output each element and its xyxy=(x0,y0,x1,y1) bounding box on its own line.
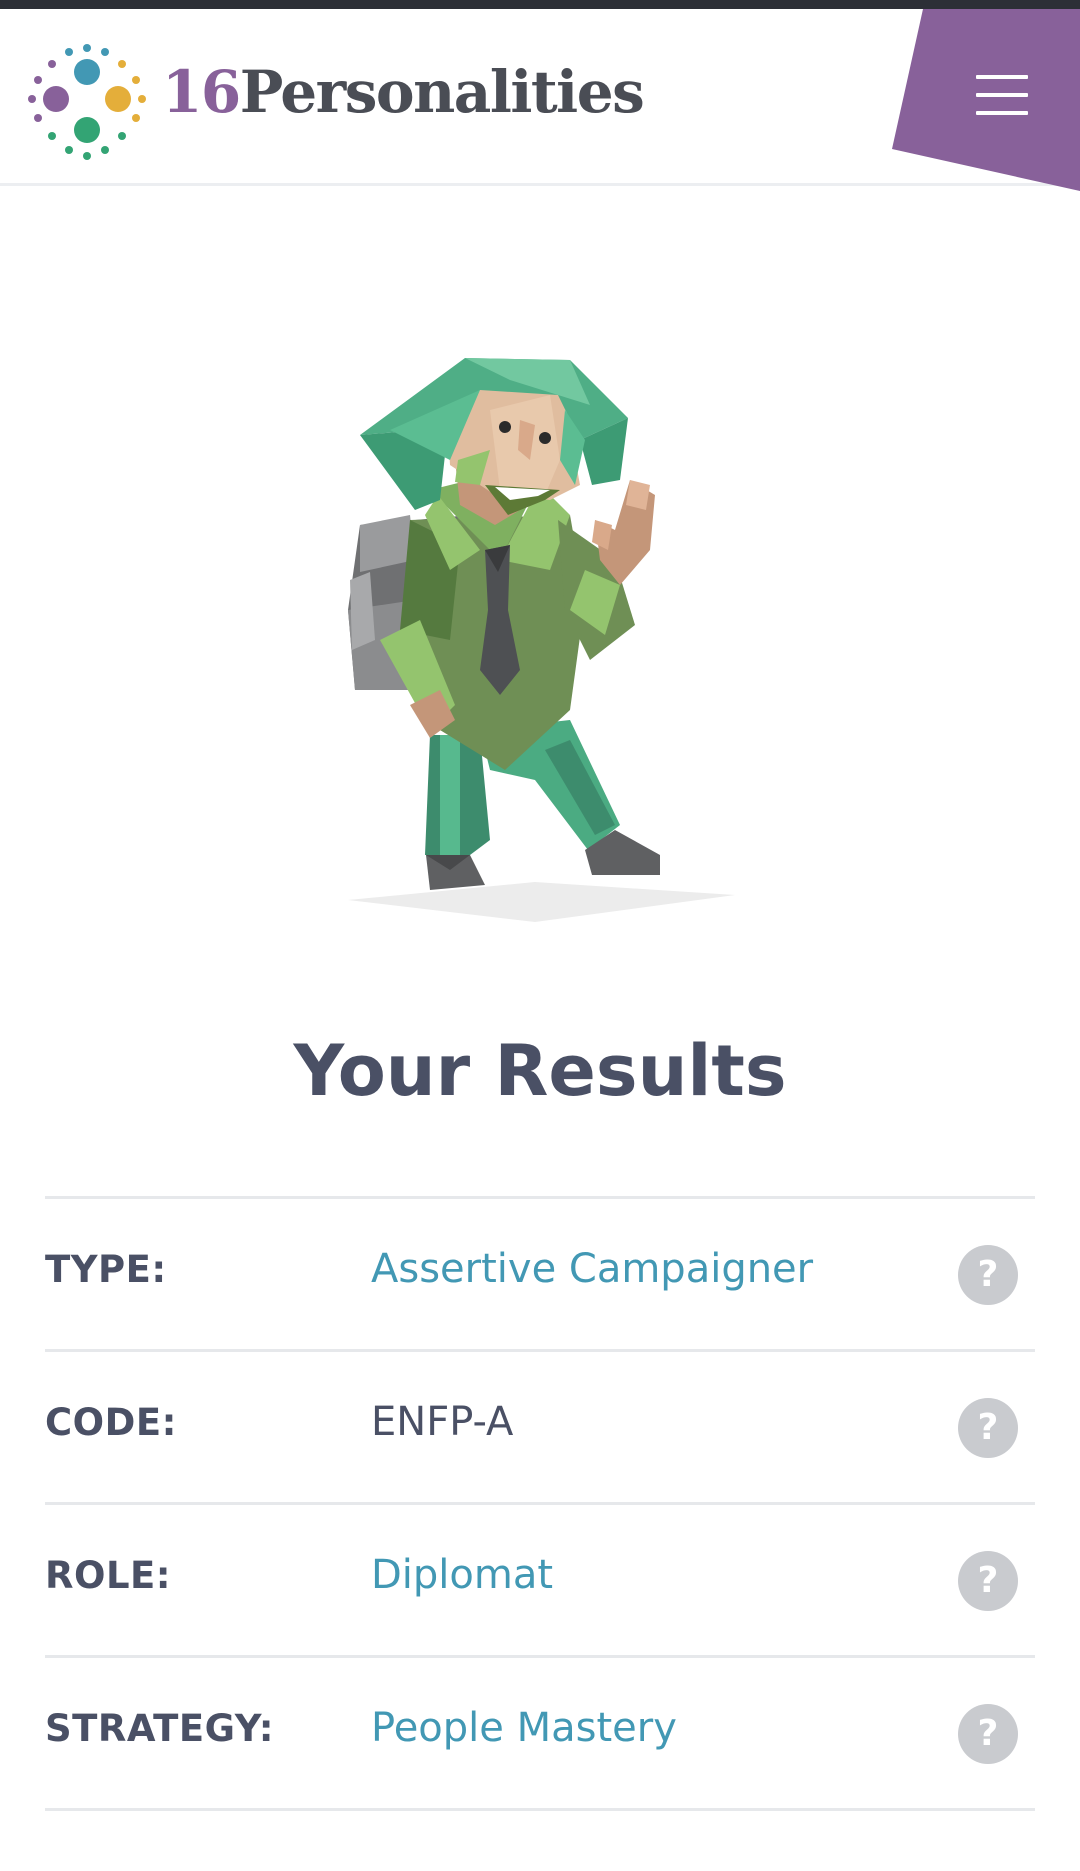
type-help-icon[interactable]: ? xyxy=(958,1245,1018,1305)
brand-number: 16 xyxy=(162,58,241,126)
logo-dots-icon[interactable] xyxy=(24,42,150,168)
code-help-icon[interactable]: ? xyxy=(958,1398,1018,1458)
strategy-help-icon[interactable]: ? xyxy=(958,1704,1018,1764)
brand-logo-text[interactable]: 16Personalities xyxy=(162,63,645,121)
result-row-code: CODE: ENFP-A ? xyxy=(45,1352,1035,1505)
page-title: Your Results xyxy=(293,1030,787,1112)
status-bar-strip xyxy=(0,0,1080,9)
code-value: ENFP-A xyxy=(371,1399,514,1445)
role-label: ROLE: xyxy=(45,1554,172,1597)
hamburger-menu-icon[interactable] xyxy=(966,68,1036,122)
campaigner-character-illustration xyxy=(348,358,735,922)
type-label: TYPE: xyxy=(45,1248,167,1291)
role-help-icon[interactable]: ? xyxy=(958,1551,1018,1611)
role-value-link[interactable]: Diplomat xyxy=(371,1555,553,1595)
results-table: TYPE: Assertive Campaigner ? CODE: ENFP-… xyxy=(45,1196,1035,1811)
strategy-value-link[interactable]: People Mastery xyxy=(371,1708,677,1748)
result-row-role: ROLE: Diplomat ? xyxy=(45,1505,1035,1658)
result-row-type: TYPE: Assertive Campaigner ? xyxy=(45,1199,1035,1352)
type-value-link[interactable]: Assertive Campaigner xyxy=(371,1249,813,1289)
code-label: CODE: xyxy=(45,1401,177,1444)
brand-word: Personalities xyxy=(239,58,645,126)
strategy-label: STRATEGY: xyxy=(45,1707,275,1750)
result-row-strategy: STRATEGY: People Mastery ? xyxy=(45,1658,1035,1811)
